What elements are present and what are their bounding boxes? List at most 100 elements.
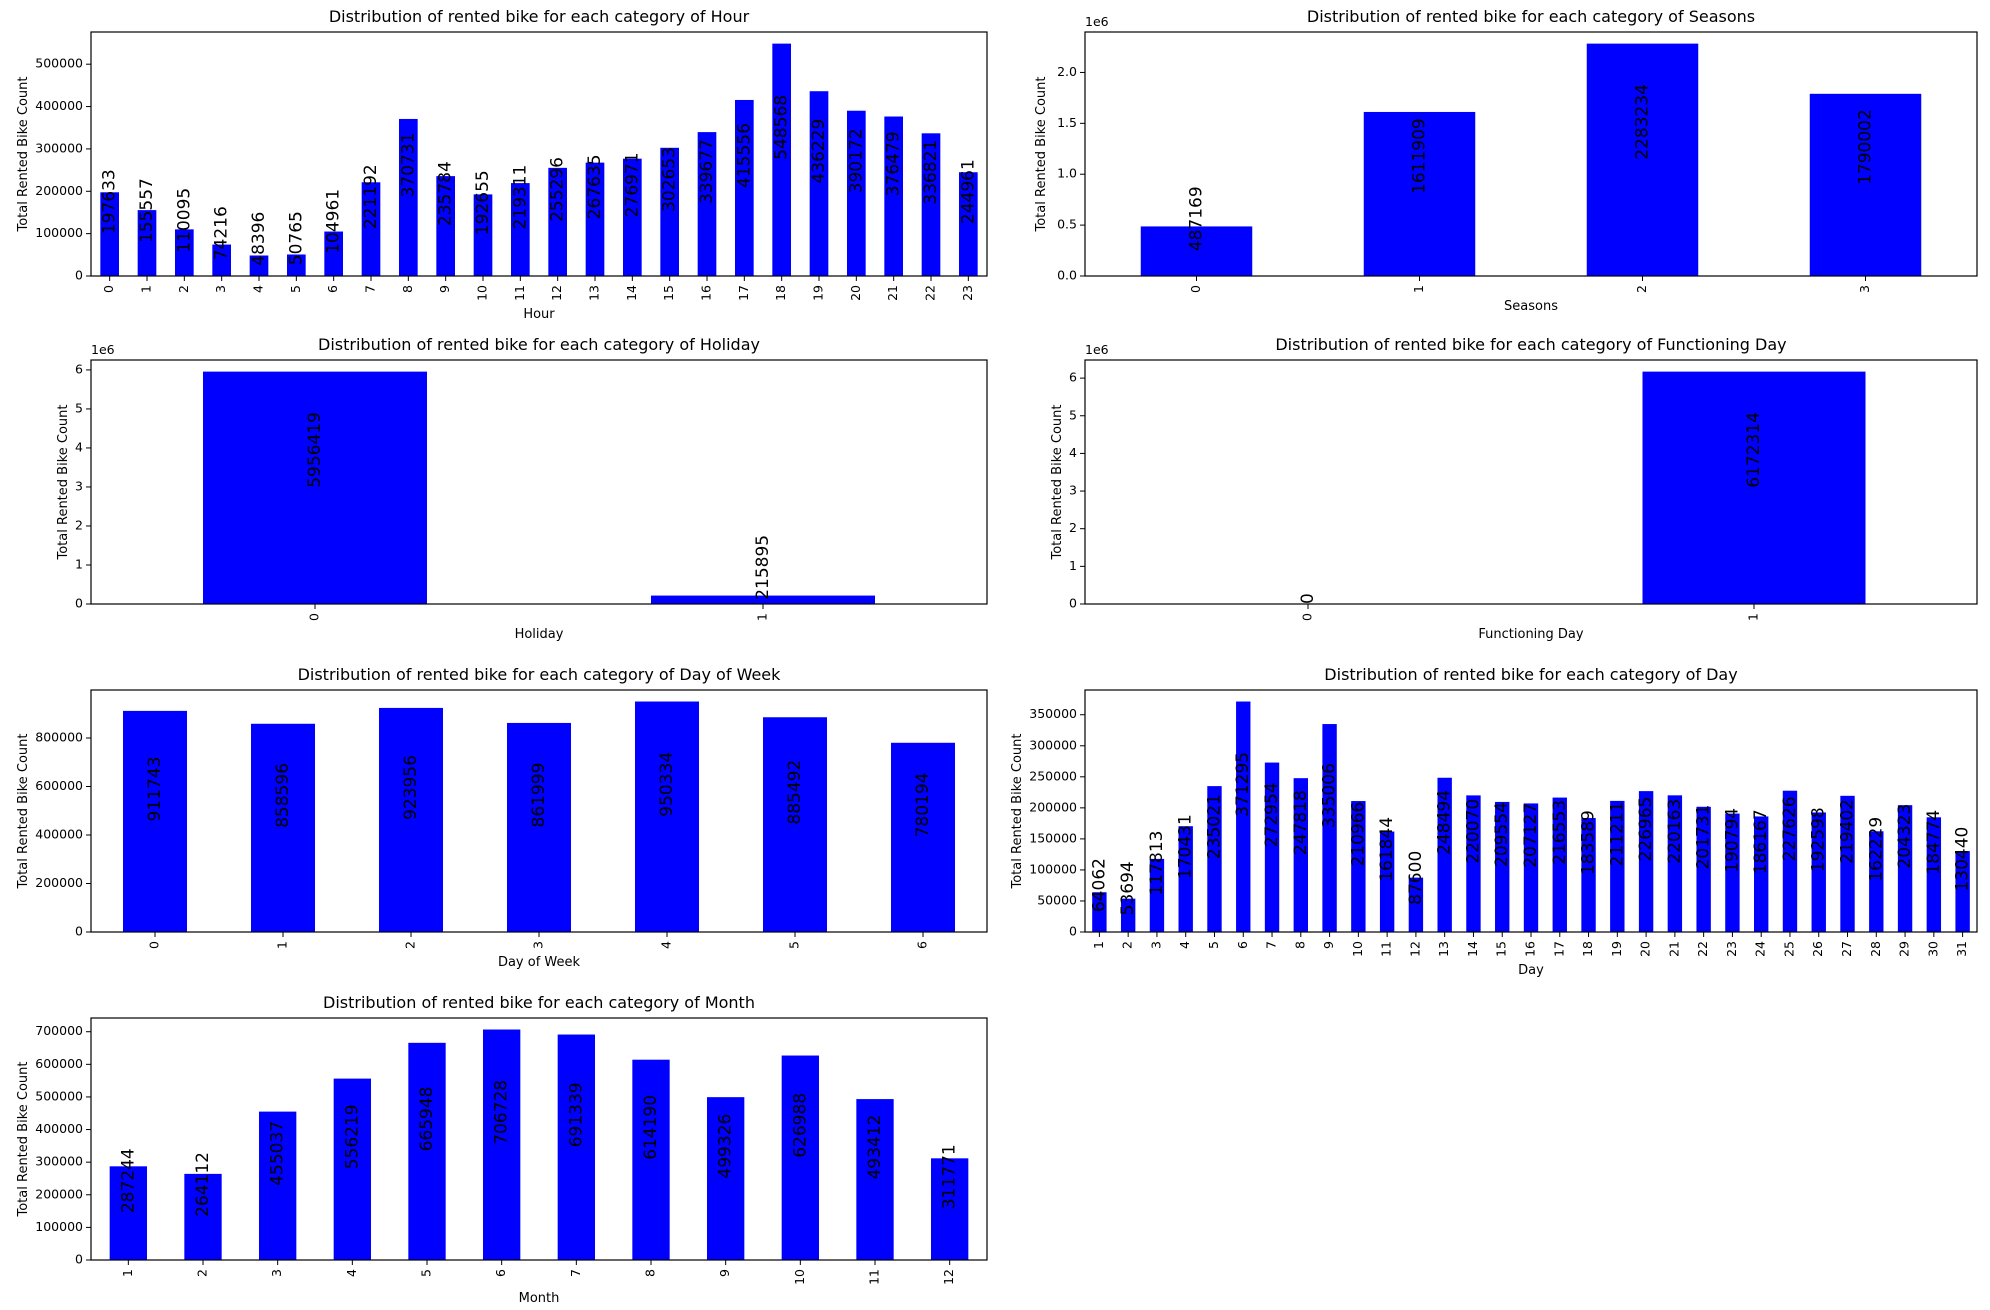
x-tick-label: 8 xyxy=(1292,941,1307,949)
axes-frame xyxy=(90,1017,988,1261)
data-label: 499326 xyxy=(716,1114,736,1179)
x-tick-label: 0 xyxy=(101,285,116,293)
chart-day-of-week: 911743 858596 923956 861999 950334 885492 7801… xyxy=(16,665,988,970)
y-tick-label: 150000 xyxy=(1029,830,1077,845)
data-label: 130440 xyxy=(1953,827,1973,892)
x-tick-label: 8 xyxy=(400,285,415,293)
y-tick-label: 350000 xyxy=(1029,706,1077,721)
x-tick-label: 2 xyxy=(1634,285,1649,293)
x-tick-label: 15 xyxy=(1494,941,1509,957)
y-tick-label: 400000 xyxy=(35,98,83,113)
data-label: 336821 xyxy=(921,140,941,205)
data-label: 302653 xyxy=(660,147,680,212)
data-label: 192598 xyxy=(1809,807,1829,872)
data-label: 861999 xyxy=(529,763,549,828)
data-label: 192655 xyxy=(473,170,493,235)
y-tick-label: 100000 xyxy=(35,1219,83,1234)
x-tick-label: 19 xyxy=(811,285,826,301)
y-tick-label: 2 xyxy=(1069,520,1077,535)
x-tick-label: 1 xyxy=(275,941,290,949)
data-label: 53694 xyxy=(1118,861,1138,915)
x-tick-label: 19 xyxy=(1609,941,1624,957)
data-label: 247818 xyxy=(1291,790,1311,855)
data-label: 74216 xyxy=(212,206,232,260)
x-axis-label: Seasons xyxy=(1504,299,1558,314)
y-tick-label: 5 xyxy=(75,400,83,415)
x-tick-label: 6 xyxy=(325,285,340,293)
y-axis-label: Total Rented Bike Count xyxy=(1034,77,1049,233)
x-tick-label: 31 xyxy=(1954,941,1969,957)
x-tick-label: 17 xyxy=(1551,941,1566,957)
chart-day: 64062 53694 117813 170431 235021371295 272954… xyxy=(1010,665,1978,978)
x-tick-label: 2 xyxy=(1120,941,1135,949)
x-tick-label: 21 xyxy=(1666,941,1681,957)
data-label: 221192 xyxy=(361,164,381,229)
data-label: 220163 xyxy=(1665,799,1685,864)
y-offset-text: 1e6 xyxy=(1085,342,1109,357)
data-label: 50765 xyxy=(286,211,306,265)
x-tick-label: 9 xyxy=(1321,941,1336,949)
y-tick-label: 400000 xyxy=(35,826,83,841)
data-label: 665948 xyxy=(417,1087,437,1152)
y-tick-label: 0 xyxy=(1069,924,1077,939)
data-label: 219402 xyxy=(1838,799,1858,864)
chart-hour: 197633 155557 110095 74216 48396 50765 104961 2… xyxy=(16,7,988,322)
y-tick-label: 800000 xyxy=(35,729,83,744)
x-tick-label: 12 xyxy=(549,285,564,301)
y-tick-label: 500000 xyxy=(35,56,83,71)
x-tick-label: 13 xyxy=(587,285,602,301)
y-tick-label: 1.0 xyxy=(1057,166,1077,181)
chart-title: Distribution of rented bike for each cat… xyxy=(1275,335,1786,354)
x-tick-label: 1 xyxy=(1411,285,1426,293)
data-label: 64062 xyxy=(1089,858,1109,912)
data-label: 5956419 xyxy=(305,412,325,488)
data-label: 415556 xyxy=(734,123,754,188)
x-tick-label: 28 xyxy=(1868,941,1883,957)
y-tick-label: 0.0 xyxy=(1057,268,1077,283)
data-label: 161844 xyxy=(1377,817,1397,882)
data-label: 87600 xyxy=(1406,851,1426,905)
x-tick-label: 0 xyxy=(1188,285,1203,293)
x-tick-label: 6 xyxy=(915,941,930,949)
data-label: 209554 xyxy=(1492,802,1512,867)
y-tick-label: 200000 xyxy=(35,183,83,198)
data-label: 6172314 xyxy=(1744,412,1764,488)
x-tick-label: 4 xyxy=(1177,941,1192,949)
data-label: 104961 xyxy=(324,189,344,254)
y-tick-label: 5 xyxy=(1069,407,1077,422)
x-tick-label: 14 xyxy=(624,285,639,301)
data-label: 371295 xyxy=(1233,752,1253,817)
x-tick-label: 10 xyxy=(475,285,490,301)
x-tick-label: 3 xyxy=(531,941,546,949)
x-tick-label: 11 xyxy=(867,1269,882,1285)
y-axis-label: Total Rented Bike Count xyxy=(1010,734,1025,890)
data-label: 235784 xyxy=(436,161,456,226)
x-tick-label: 5 xyxy=(787,941,802,949)
data-label: 248494 xyxy=(1435,790,1455,855)
x-tick-label: 30 xyxy=(1925,941,1940,957)
x-tick-label: 2 xyxy=(176,285,191,293)
y-tick-label: 6 xyxy=(1069,370,1077,385)
y-tick-label: 100000 xyxy=(1029,861,1077,876)
x-axis-label: Hour xyxy=(523,307,555,322)
data-label: 186167 xyxy=(1751,809,1771,874)
y-tick-label: 2 xyxy=(75,517,83,532)
y-tick-label: 600000 xyxy=(35,778,83,793)
chart-seasons: 487169 1611909 2283234 1790002 0.0 0.5 1.0 1.5 2… xyxy=(1034,7,1978,314)
x-tick-label: 18 xyxy=(773,285,788,301)
data-label: 548568 xyxy=(772,95,792,160)
x-tick-label: 12 xyxy=(1407,941,1422,957)
x-tick-label: 10 xyxy=(792,1269,807,1285)
x-tick-label: 4 xyxy=(251,285,266,293)
y-axis-label: Total Rented Bike Count xyxy=(16,1062,31,1218)
x-tick-label: 1 xyxy=(1746,613,1761,621)
x-tick-label: 14 xyxy=(1465,941,1480,957)
y-tick-label: 300000 xyxy=(35,140,83,155)
data-label: 487169 xyxy=(1187,186,1207,251)
x-tick-label: 7 xyxy=(568,1269,583,1277)
x-tick-label: 9 xyxy=(437,285,452,293)
x-tick-label: 6 xyxy=(493,1269,508,1277)
y-tick-label: 4 xyxy=(1069,445,1077,460)
x-tick-label: 27 xyxy=(1839,941,1854,957)
data-label: 436229 xyxy=(809,119,829,184)
